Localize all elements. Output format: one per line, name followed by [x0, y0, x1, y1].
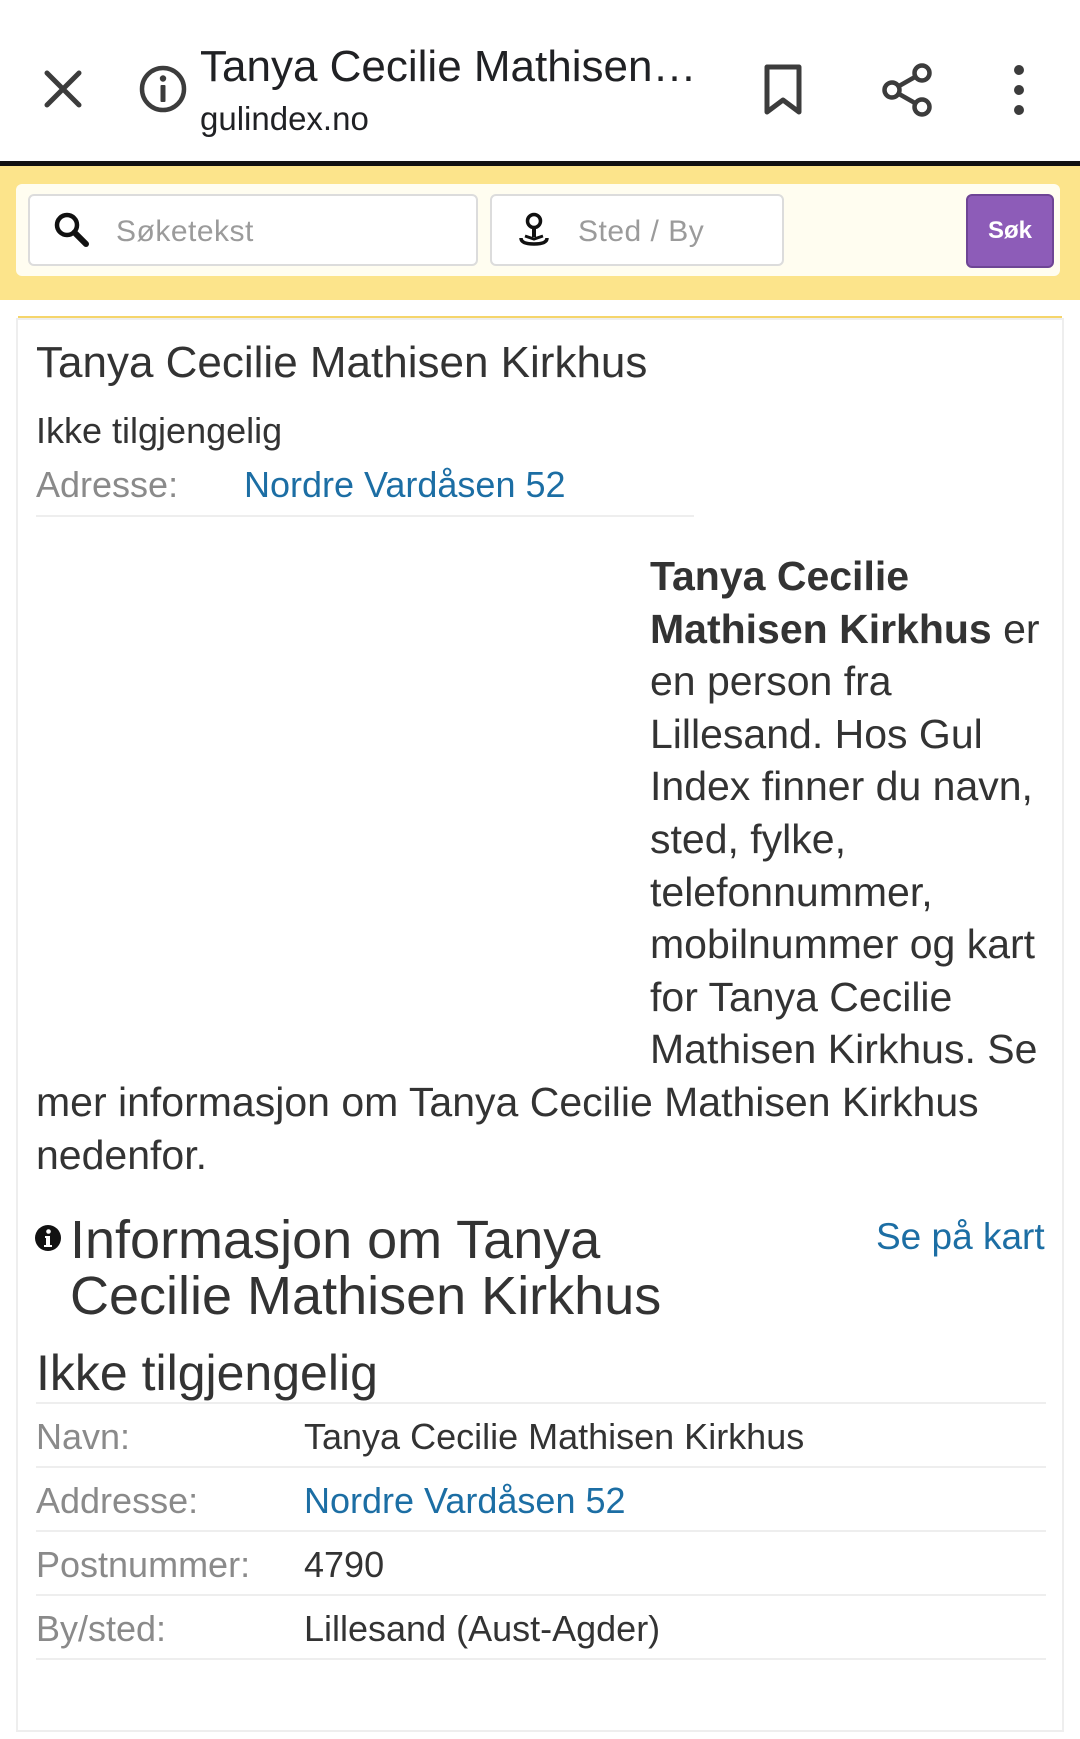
page-title[interactable]: Tanya Cecilie Mathisen Kirkhus	[200, 42, 700, 92]
info-icon[interactable]	[138, 64, 188, 114]
info-row-postcode: Postnummer: 4790	[36, 1530, 1046, 1593]
more-vert-icon[interactable]	[1002, 62, 1036, 118]
info-row-name: Navn: Tanya Cecilie Mathisen Kirkhus	[36, 1402, 1046, 1465]
close-icon[interactable]	[40, 66, 86, 112]
row-value: Lillesand (Aust-Agder)	[304, 1608, 661, 1649]
row-address-link[interactable]: Nordre Vardåsen 52	[304, 1480, 626, 1522]
share-icon[interactable]	[880, 62, 936, 118]
location-person-icon	[519, 212, 549, 246]
info-filled-icon	[35, 1225, 61, 1251]
row-label: Navn:	[36, 1416, 131, 1457]
address-label: Adresse:	[36, 464, 179, 505]
info-row-city: By/sted: Lillesand (Aust-Agder)	[36, 1594, 1046, 1657]
description-name: Tanya Cecilie Mathisen Kirkhus	[650, 553, 992, 652]
person-description: Tanya Cecilie Mathisen Kirkhus er en per…	[36, 550, 1046, 1181]
search-button[interactable]: Søk	[966, 194, 1054, 268]
row-label: Postnummer:	[36, 1544, 251, 1585]
info-heading: Informasjon om Tanya Cecilie Mathisen Ki…	[70, 1210, 662, 1326]
see-map-link[interactable]: Se på kart	[876, 1216, 1045, 1258]
row-value: 4790	[304, 1544, 385, 1585]
info-row-address: Addresse: Nordre Vardåsen 52	[36, 1466, 1046, 1529]
person-heading: Tanya Cecilie Mathisen Kirkhus	[36, 338, 648, 387]
address-link[interactable]: Nordre Vardåsen 52	[244, 464, 566, 506]
row-label: Addresse:	[36, 1480, 199, 1521]
row-value: Tanya Cecilie Mathisen Kirkhus	[304, 1416, 805, 1457]
search-input[interactable]: Søketekst	[28, 194, 478, 266]
place-input[interactable]: Sted / By	[490, 194, 784, 266]
search-icon	[54, 212, 89, 247]
divider	[36, 515, 694, 517]
place-placeholder: Sted / By	[578, 215, 705, 248]
search-placeholder: Søketekst	[116, 215, 254, 248]
ad-placeholder	[36, 550, 650, 1072]
info-status: Ikke tilgjengelig	[36, 1345, 378, 1401]
row-label: By/sted:	[36, 1608, 167, 1649]
person-status: Ikke tilgjengelig	[36, 410, 283, 451]
page-domain[interactable]: gulindex.no	[200, 100, 369, 138]
divider	[36, 1658, 1046, 1660]
bookmark-icon[interactable]	[758, 62, 808, 118]
browser-toolbar: Tanya Cecilie Mathisen Kirkhus gulindex.…	[0, 0, 1080, 162]
